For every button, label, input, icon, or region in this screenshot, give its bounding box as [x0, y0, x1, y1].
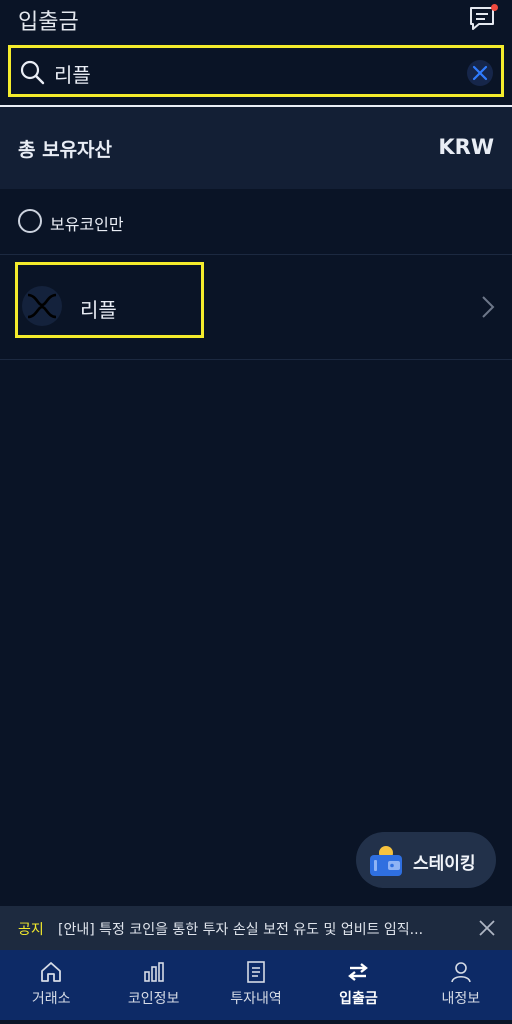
search-icon [19, 59, 45, 85]
tab-label: 코인정보 [127, 991, 180, 1007]
tab-label: 입출금 [339, 991, 378, 1007]
chart-icon [142, 960, 166, 984]
owned-only-label: 보유코인만 [50, 215, 124, 234]
total-assets-summary: 총 보유자산 KRW [0, 107, 512, 189]
coin-row[interactable]: 리플 [0, 256, 512, 360]
tab-investments[interactable]: 투자내역 [205, 950, 307, 1020]
page-title: 입출금 [18, 10, 79, 35]
tab-label: 내정보 [441, 991, 481, 1007]
owned-only-radio[interactable] [18, 209, 42, 233]
close-icon[interactable] [467, 60, 493, 86]
search-input[interactable]: 리플 [54, 59, 91, 88]
total-assets-label: 총 보유자산 [18, 139, 113, 161]
staking-label: 스테이킹 [413, 854, 476, 874]
close-icon[interactable] [478, 919, 496, 937]
notification-dot [491, 4, 498, 11]
currency-label: KRW [438, 135, 494, 159]
tab-label: 거래소 [31, 991, 71, 1007]
coin-name: 리플 [80, 298, 117, 322]
bottom-tab-bar: 거래소 코인정보 투자내역 입출금 내정보 [0, 950, 512, 1020]
staking-button[interactable]: 스테이킹 [356, 832, 496, 888]
chevron-right-icon [480, 294, 496, 320]
tab-exchange[interactable]: 거래소 [0, 950, 102, 1020]
user-icon [449, 960, 473, 984]
home-icon [39, 960, 63, 984]
tab-coin-info[interactable]: 코인정보 [102, 950, 204, 1020]
chat-icon[interactable] [468, 4, 498, 34]
xrp-icon [22, 286, 62, 326]
list-icon [244, 960, 268, 984]
notice-text[interactable]: [안내] 특정 코인을 통한 투자 손실 보전 유도 및 업비트 임직... [58, 919, 458, 939]
wallet-icon [368, 844, 404, 878]
transfer-icon [346, 960, 370, 984]
tab-label: 투자내역 [230, 991, 282, 1007]
tab-my-info[interactable]: 내정보 [410, 950, 512, 1020]
app-header: 입출금 [0, 0, 512, 40]
search-bar[interactable]: 리플 [8, 45, 504, 97]
tab-deposit-withdraw[interactable]: 입출금 [307, 950, 409, 1020]
owned-coins-filter[interactable]: 보유코인만 [0, 189, 512, 255]
notice-banner[interactable]: 공지 [안내] 특정 코인을 통한 투자 손실 보전 유도 및 업비트 임직..… [0, 906, 512, 950]
notice-tag: 공지 [18, 922, 44, 938]
